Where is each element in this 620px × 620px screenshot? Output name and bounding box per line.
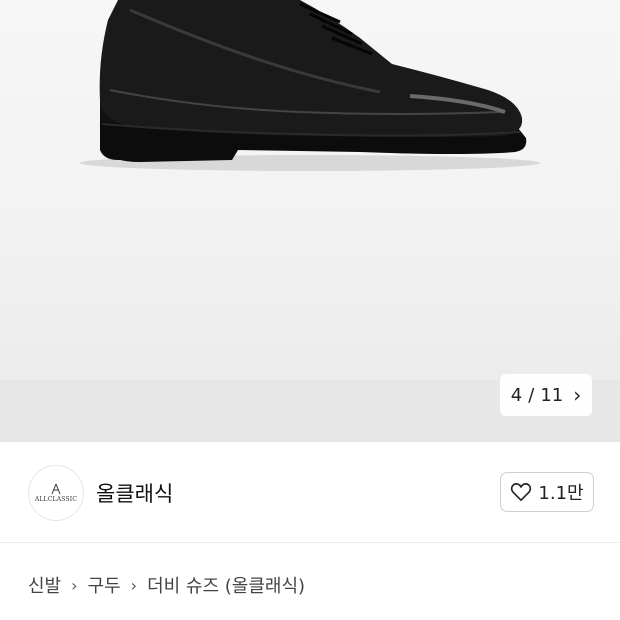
seller-logo[interactable]: ALLCLASSIC xyxy=(28,465,84,521)
breadcrumb: 신발 › 구두 › 더비 슈즈 (올클래식) xyxy=(28,572,305,598)
breadcrumb-item-derby-shoes[interactable]: 더비 슈즈 (올클래식) xyxy=(147,572,305,598)
breadcrumb-item-shoes[interactable]: 신발 xyxy=(28,572,61,598)
seller-row: ALLCLASSIC 올클래식 1.1만 xyxy=(0,442,620,542)
breadcrumb-item-dress-shoes[interactable]: 구두 xyxy=(88,572,121,598)
seller-logo-emblem-icon xyxy=(51,483,61,495)
heart-outline-icon xyxy=(511,483,532,501)
chevron-right-icon[interactable]: › xyxy=(573,383,581,407)
image-counter-total: 11 xyxy=(540,384,564,406)
chevron-right-icon: › xyxy=(130,575,138,595)
product-image[interactable]: 4 / 11 › xyxy=(0,0,620,442)
seller-logo-text: ALLCLASSIC xyxy=(34,496,78,503)
image-counter[interactable]: 4 / 11 › xyxy=(500,374,592,416)
chevron-right-icon: › xyxy=(71,575,78,595)
like-button[interactable]: 1.1만 xyxy=(500,472,594,512)
divider xyxy=(0,542,620,543)
seller-name[interactable]: 올클래식 xyxy=(96,478,173,508)
like-count: 1.1만 xyxy=(538,483,584,504)
image-counter-separator: / xyxy=(528,384,535,406)
image-counter-current: 4 xyxy=(510,384,523,406)
